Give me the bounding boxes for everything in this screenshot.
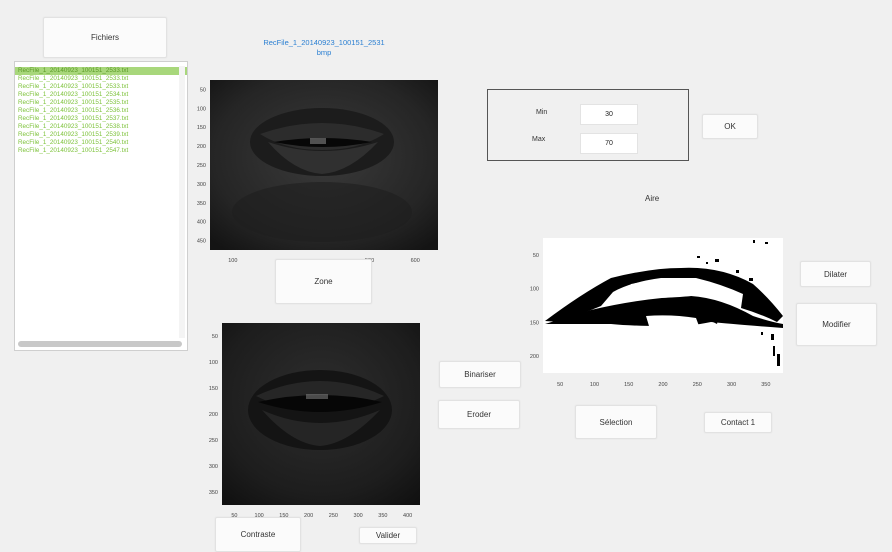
image-title-line2: bmp [316, 48, 332, 57]
binary-image-axes: 50 100 150 200 50 100 150 200 250 300 350 [530, 238, 783, 388]
max-field[interactable]: 70 [580, 133, 638, 154]
min-field[interactable]: 30 [580, 104, 638, 125]
file-list-item[interactable]: RecFile_1_20140923_100151_2538.txt [15, 123, 187, 131]
file-list-item[interactable]: RecFile_1_20140923_100151_2533.txt [15, 67, 187, 75]
y-tick-label: 150 [209, 386, 218, 392]
image-title: RecFile_1_20140923_100151_2531 bmp [210, 38, 438, 58]
file-list-item[interactable]: RecFile_1_20140923_100151_2533.txt [15, 75, 187, 83]
processed-image-axes: 5010015020025030035050 100 150 200 250 300 350… [209, 323, 420, 519]
file-list-item[interactable]: RecFile_1_20140923_100151_2539.txt [15, 131, 187, 139]
file-list[interactable]: RecFile_1_20140923_100151_2533.txt RecFil… [14, 61, 188, 351]
y-tick-label: 50 [200, 87, 206, 93]
max-label: Max [532, 136, 546, 143]
y-tick-label: 150 [530, 320, 539, 326]
x-tick-label: 600 [411, 258, 420, 264]
y-tick-label: 300 [209, 464, 218, 470]
aire-label: Aire [645, 194, 660, 203]
file-list-item[interactable]: RecFile_1_20140923_100151_2533.txt [15, 83, 187, 91]
x-tick-label: 400 [403, 513, 412, 519]
y-tick-label: 150 [197, 125, 206, 131]
fichiers-button[interactable]: Fichiers [43, 17, 167, 58]
min-label: Min [536, 109, 548, 116]
x-tick-label: 200 [658, 382, 667, 388]
y-tick-label: 100 [197, 106, 206, 112]
y-tick-label: 200 [197, 144, 206, 150]
file-list-item[interactable]: RecFile_1_20140923_100151_2537.txt [15, 115, 187, 123]
binariser-button[interactable]: Binariser [439, 361, 521, 388]
x-tick-label: 50 [557, 382, 563, 388]
y-tick-label: 250 [197, 163, 206, 169]
file-list-item[interactable]: RecFile_1_20140923_100151_2534.txt [15, 91, 187, 99]
y-tick-label: 400 [197, 220, 206, 226]
file-list-item[interactable]: RecFile_1_20140923_100151_2536.txt [15, 107, 187, 115]
y-tick-label: 100 [530, 287, 539, 293]
y-tick-label: 200 [530, 354, 539, 360]
image-title-line1: RecFile_1_20140923_100151_2531 [263, 38, 385, 47]
dilater-button[interactable]: Dilater [800, 261, 871, 287]
file-list-items: RecFile_1_20140923_100151_2533.txt RecFil… [15, 62, 187, 155]
file-list-vscroll[interactable] [179, 66, 185, 338]
file-list-hscroll[interactable] [18, 341, 182, 347]
x-tick-label: 250 [329, 513, 338, 519]
y-tick-label: 350 [209, 490, 218, 496]
x-tick-label: 100 [228, 258, 237, 264]
y-tick-label: 50 [533, 253, 539, 259]
file-list-item[interactable]: RecFile_1_20140923_100151_2540.txt [15, 139, 187, 147]
x-tick-label: 300 [354, 513, 363, 519]
y-tick-label: 50 [212, 334, 218, 340]
y-tick-label: 300 [197, 182, 206, 188]
x-tick-label: 300 [727, 382, 736, 388]
file-list-item[interactable]: RecFile_1_20140923_100151_2547.txt [15, 147, 187, 155]
y-tick-label: 350 [197, 201, 206, 207]
ok-button[interactable]: OK [702, 114, 758, 139]
contact-button[interactable]: Contact 1 [704, 412, 772, 433]
x-tick-label: 150 [624, 382, 633, 388]
zone-button[interactable]: Zone [275, 259, 372, 304]
x-tick-label: 250 [693, 382, 702, 388]
x-tick-label: 200 [304, 513, 313, 519]
file-list-item[interactable]: RecFile_1_20140923_100151_2535.txt [15, 99, 187, 107]
y-tick-label: 200 [209, 412, 218, 418]
y-tick-label: 450 [197, 239, 206, 245]
original-image-axes: 50100150200250300350400450100500600 [197, 80, 438, 264]
contraste-button[interactable]: Contraste [215, 517, 301, 552]
valider-button[interactable]: Valider [359, 527, 417, 544]
x-tick-label: 100 [590, 382, 599, 388]
modifier-button[interactable]: Modifier [796, 303, 877, 346]
x-tick-label: 350 [378, 513, 387, 519]
threshold-panel: Min Max 30 70 [487, 89, 689, 161]
selection-button[interactable]: Sélection [575, 405, 657, 439]
y-tick-label: 100 [209, 360, 218, 366]
eroder-button[interactable]: Eroder [438, 400, 520, 429]
x-tick-label: 350 [761, 382, 770, 388]
y-tick-label: 250 [209, 438, 218, 444]
